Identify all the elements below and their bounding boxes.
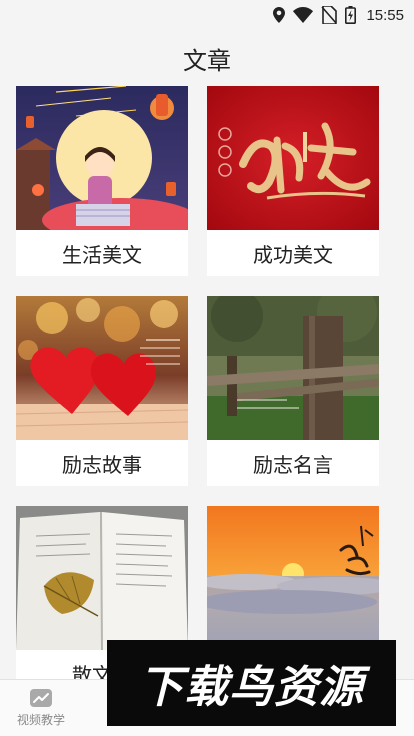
moon-girl-lanterns-image (16, 86, 188, 230)
red-calligraphy-image (207, 86, 379, 230)
tab-label: 视频教学 (16, 713, 65, 727)
open-book-image (16, 506, 188, 650)
wooden-fence-image (207, 296, 379, 440)
category-label: 励志故事 (62, 452, 142, 477)
category-card-life-essays[interactable]: 生活美文 (16, 86, 188, 276)
category-label: 生活美文 (62, 242, 142, 267)
category-card-inspirational-stories[interactable]: 励志故事 (16, 296, 188, 486)
category-card-success-essays[interactable]: 成功美文 (207, 86, 379, 276)
location-icon (273, 7, 286, 23)
two-hearts-image (16, 296, 188, 440)
category-card-inspirational-quotes[interactable]: 励志名言 (207, 296, 379, 486)
category-label: 成功美文 (253, 242, 333, 267)
sunset-clouds-image (207, 506, 379, 650)
header: 文章 (0, 36, 414, 80)
watermark-text: 下载鸟资源 (139, 662, 364, 713)
watermark-banner: 下载鸟资源 (107, 640, 396, 726)
no-sim-icon (321, 6, 338, 24)
page-title: 文章 (183, 46, 231, 75)
battery-charging-icon (345, 6, 357, 24)
clock: 15:55 (366, 6, 404, 24)
trend-chart-icon (30, 689, 52, 707)
status-bar: 15:55 (0, 0, 414, 30)
wifi-icon (293, 7, 314, 23)
tab-video-tutorial[interactable]: 视频教学 (0, 680, 82, 736)
category-label: 励志名言 (253, 452, 333, 477)
